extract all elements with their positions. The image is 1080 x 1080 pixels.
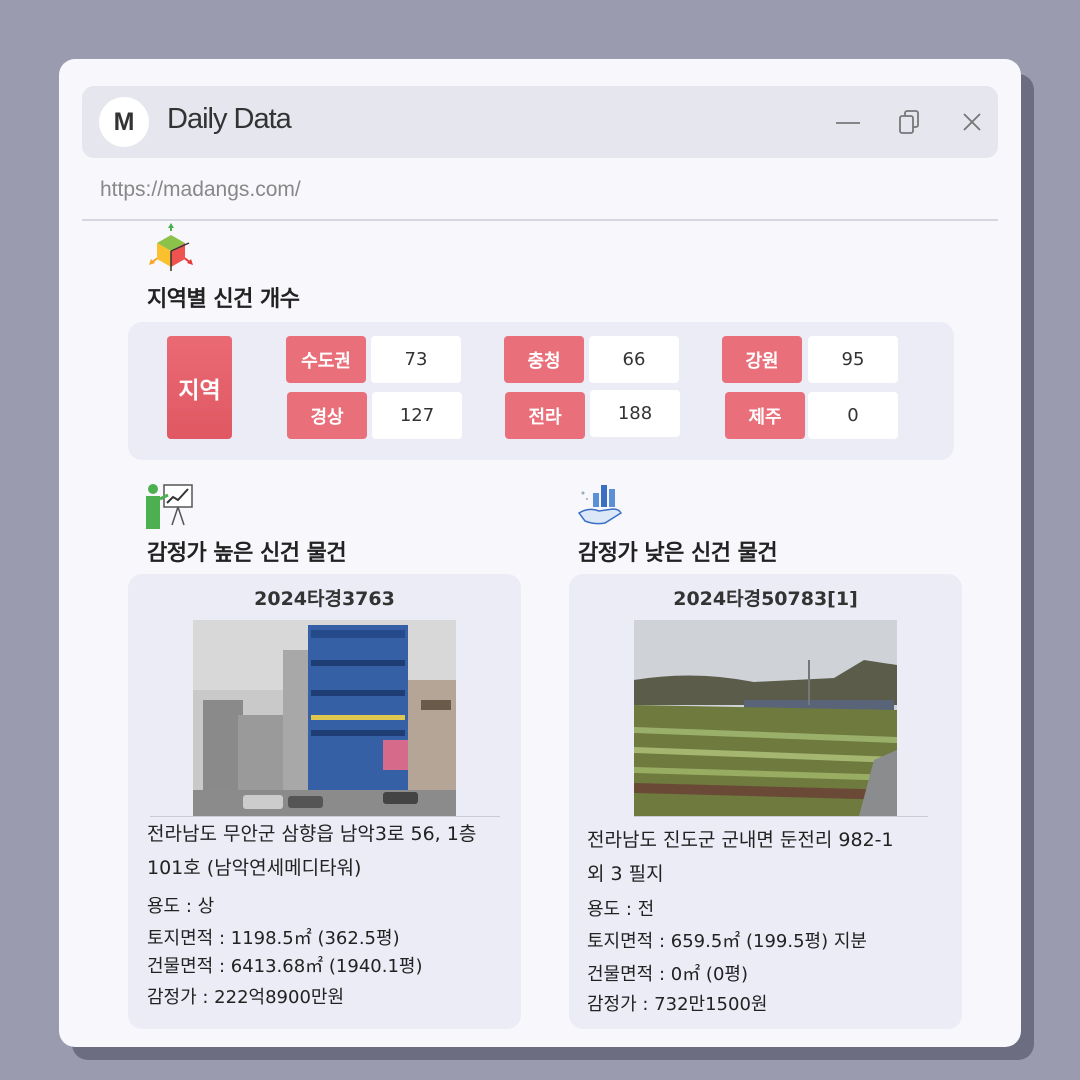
app-title: Daily Data	[167, 103, 292, 135]
low-address-line2: 외 3 필지	[587, 863, 664, 885]
high-section-title: 감정가 높은 신건 물건	[147, 541, 347, 566]
region-count-chungcheong: 66	[589, 336, 679, 383]
cube-axes-icon	[149, 223, 193, 271]
high-address-line2: 101호 (남악연세메디타워)	[147, 857, 362, 879]
low-appraisal: 감정가 : 732만1500원	[587, 994, 768, 1015]
low-address-line1: 전라남도 진도군 군내면 둔전리 982-1	[587, 829, 894, 851]
region-count-gangwon: 95	[808, 336, 898, 383]
region-count-gyeongsang: 127	[372, 392, 462, 439]
title-bar: M Daily Data	[82, 86, 998, 158]
low-section-title: 감정가 낮은 신건 물건	[578, 541, 778, 566]
high-address-line1: 전라남도 무안군 삼향읍 남악3로 56, 1층	[147, 823, 477, 845]
high-usage: 용도 : 상	[147, 896, 215, 917]
region-label-gangwon: 강원	[722, 336, 802, 383]
copy-icon[interactable]	[896, 108, 924, 136]
minimize-icon[interactable]	[834, 108, 862, 136]
high-case-number[interactable]: 2024타경3763	[128, 584, 521, 611]
region-label-sudogwon: 수도권	[286, 336, 366, 383]
region-count-sudogwon: 73	[371, 336, 461, 383]
hand-bar-chart-icon	[577, 485, 622, 525]
region-panel: 지역 수도권 73 충청 66 강원 95 경상 127 전라 188 제주 0	[128, 322, 954, 460]
region-section-title: 지역별 신건 개수	[147, 287, 300, 312]
region-count-jeolla: 188	[590, 390, 680, 437]
region-main-label: 지역	[167, 336, 232, 439]
low-property-card[interactable]: 2024타경50783[1] 전라남도 진도군 군내면 둔전리 982-1 외 …	[569, 574, 962, 1029]
high-building-area: 건물면적 : 6413.68㎡ (1940.1평)	[147, 956, 423, 977]
region-label-chungcheong: 충청	[504, 336, 584, 383]
close-icon[interactable]	[958, 108, 986, 136]
high-appraisal: 감정가 : 222억8900만원	[147, 987, 345, 1008]
photo-underline	[150, 816, 500, 817]
low-land-area: 토지면적 : 659.5㎡ (199.5평) 지분	[587, 931, 867, 952]
low-building-area: 건물면적 : 0㎡ (0평)	[587, 964, 748, 985]
region-count-jeju: 0	[808, 392, 898, 439]
app-window: M Daily Data https://madangs.com/ 지역별 신건…	[59, 59, 1021, 1047]
photo-underline	[634, 816, 928, 817]
farmland-photo	[634, 620, 897, 816]
app-logo: M	[99, 97, 149, 147]
region-label-jeolla: 전라	[505, 392, 585, 439]
region-label-jeju: 제주	[725, 392, 805, 439]
high-property-card[interactable]: 2024타경3763 전라남도 무안군 삼향읍 남악3로 56, 1층 101호…	[128, 574, 521, 1029]
low-case-number[interactable]: 2024타경50783[1]	[569, 584, 962, 611]
building-photo	[193, 620, 456, 816]
presentation-chart-icon	[146, 484, 193, 529]
region-label-gyeongsang: 경상	[287, 392, 367, 439]
high-land-area: 토지면적 : 1198.5㎡ (362.5평)	[147, 928, 400, 949]
low-usage: 용도 : 전	[587, 899, 655, 920]
divider	[82, 219, 998, 221]
url-bar[interactable]: https://madangs.com/	[100, 178, 301, 202]
